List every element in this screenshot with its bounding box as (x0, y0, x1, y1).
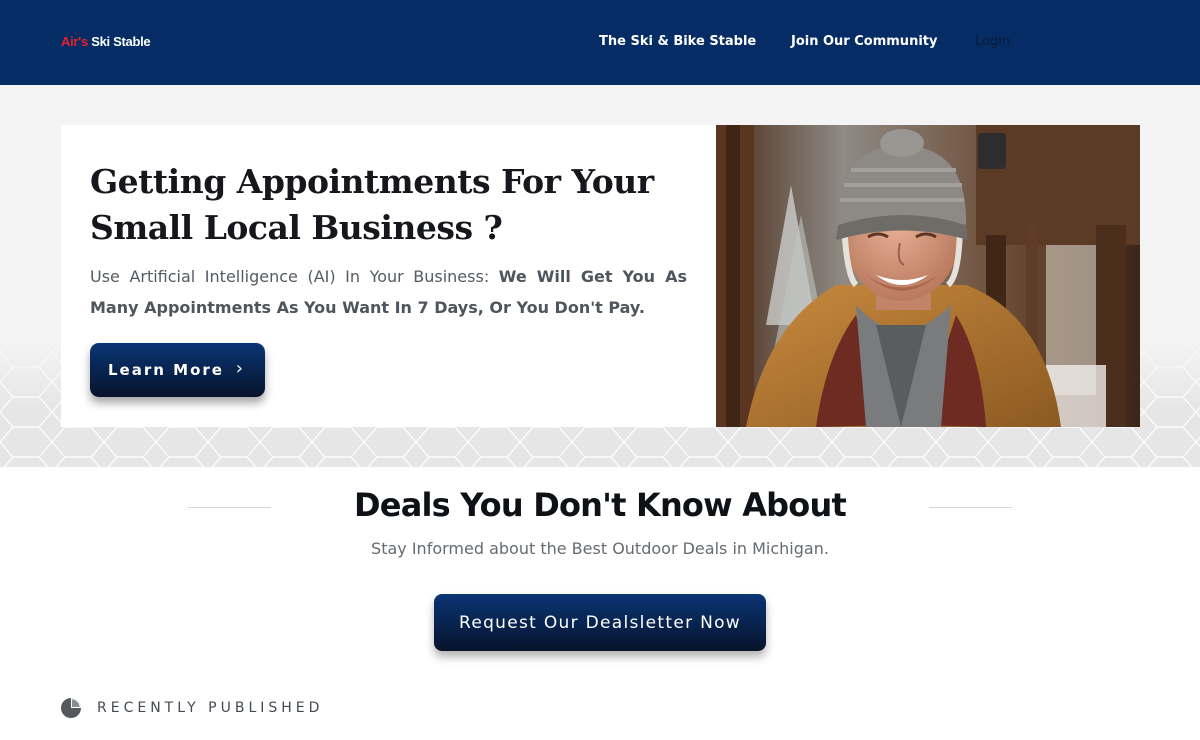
hero-section: Getting Appointments For Your Small Loca… (0, 85, 1200, 467)
chevron-right-icon: › (235, 358, 245, 379)
divider-line-right (929, 507, 1012, 508)
pie-chart-icon (61, 698, 81, 718)
hero-description-plain: Use Artificial Intelligence (AI) In Your… (90, 267, 499, 286)
learn-more-label: Learn More (108, 361, 224, 379)
recently-published-heading: RECENTLY PUBLISHED (60, 697, 323, 719)
nav-link-ski-bike-stable[interactable]: The Ski & Bike Stable (599, 34, 756, 49)
nav-link-login[interactable]: Login (975, 34, 1010, 49)
request-dealsletter-label: Request Our Dealsletter Now (458, 612, 742, 633)
request-dealsletter-button[interactable]: Request Our Dealsletter Now (434, 594, 766, 651)
top-navigation-bar: Air's Ski Stable The Ski & Bike Stable J… (0, 0, 1200, 85)
learn-more-button[interactable]: Learn More › (90, 343, 265, 397)
recently-published-label: RECENTLY PUBLISHED (97, 700, 324, 716)
hero-photo-smiling-man (716, 125, 1140, 427)
hero-title: Getting Appointments For Your Small Loca… (90, 162, 654, 247)
hero-card: Getting Appointments For Your Small Loca… (61, 125, 716, 427)
hero-photo-illustration (716, 125, 1140, 427)
deals-title: Deals You Don't Know About (354, 486, 847, 524)
nav-link-join-community[interactable]: Join Our Community (791, 34, 937, 49)
site-logo[interactable]: Air's Ski Stable (61, 34, 151, 49)
logo-text-white: Ski Stable (87, 34, 151, 49)
logo-text-red: Air's (61, 34, 88, 49)
hero-description: Use Artificial Intelligence (AI) In Your… (90, 261, 687, 323)
deals-subtitle: Stay Informed about the Best Outdoor Dea… (371, 539, 829, 558)
